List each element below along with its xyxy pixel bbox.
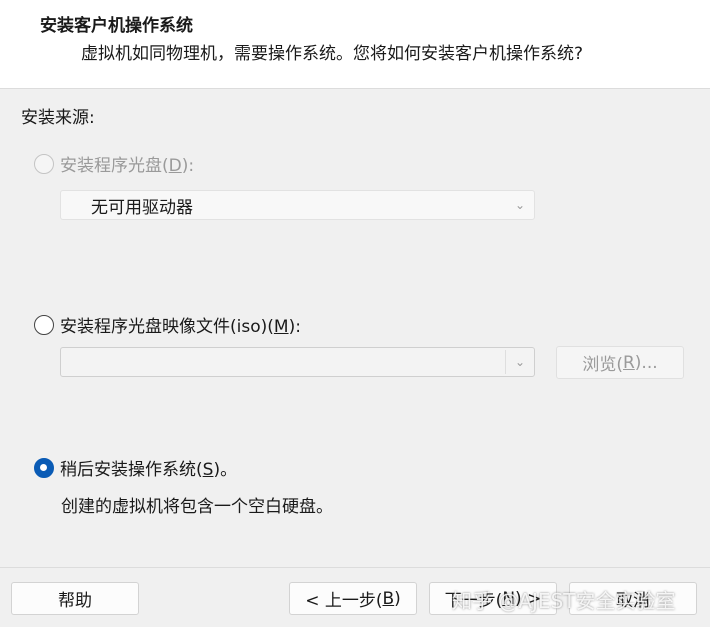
radio-iso-indicator[interactable] [34, 314, 54, 335]
back-button[interactable]: < 上一步(B) [289, 582, 417, 615]
cancel-button[interactable]: 取消 [569, 582, 697, 615]
radio-disc-indicator [34, 153, 54, 174]
radio-later-indicator[interactable] [34, 457, 54, 478]
blank-disk-note: 创建的虚拟机将包含一个空白硬盘。 [61, 497, 333, 517]
next-button[interactable]: 下一步(N) > [429, 582, 557, 615]
browse-button: 浏览(R)... [556, 346, 684, 379]
drive-select: 无可用驱动器 ⌄ [60, 190, 535, 220]
footer-divider [0, 567, 710, 568]
drive-select-value: 无可用驱动器 [91, 197, 193, 218]
install-source-label: 安装来源: [21, 108, 95, 128]
help-button[interactable]: 帮助 [11, 582, 139, 615]
chevron-down-icon: ⌄ [514, 198, 526, 212]
chevron-down-icon: ⌄ [514, 355, 526, 369]
wizard-title: 安装客户机操作系统 [40, 16, 193, 36]
radio-install-later[interactable]: 稍后安装操作系统(S)。 [34, 455, 237, 480]
wizard-header: 安装客户机操作系统 虚拟机如同物理机，需要操作系统。您将如何安装客户机操作系统? [0, 0, 710, 89]
radio-installer-disc: 安装程序光盘(D): [34, 151, 194, 176]
wizard-subtitle: 虚拟机如同物理机，需要操作系统。您将如何安装客户机操作系统? [81, 44, 584, 64]
radio-later-label: 稍后安装操作系统(S)。 [60, 460, 238, 480]
radio-disc-label: 安装程序光盘(D): [60, 156, 195, 176]
iso-path-combo: ⌄ [60, 347, 535, 377]
iso-path-input [63, 350, 506, 374]
radio-iso-label: 安装程序光盘映像文件(iso)(M): [60, 317, 301, 337]
radio-iso-file[interactable]: 安装程序光盘映像文件(iso)(M): [34, 312, 301, 337]
